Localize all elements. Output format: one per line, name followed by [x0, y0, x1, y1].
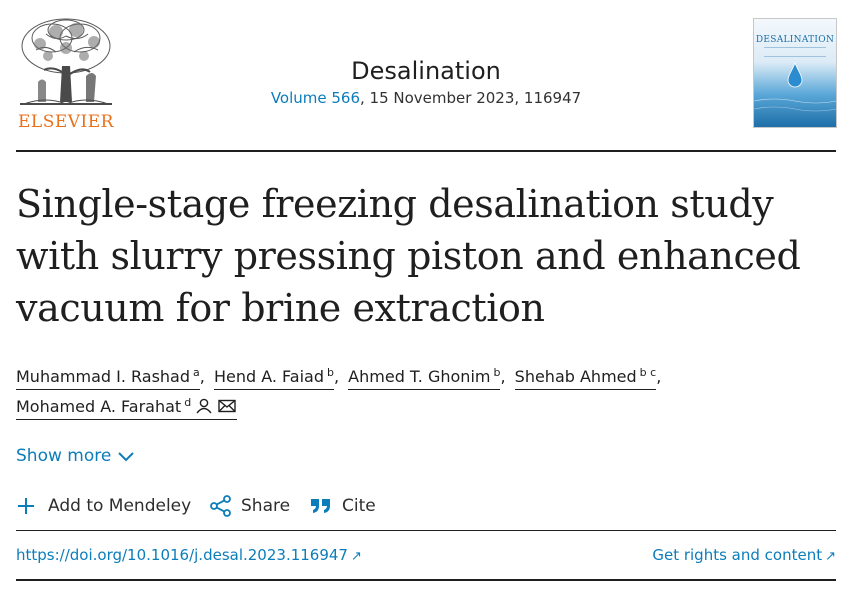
author-link[interactable]: Ahmed T. Ghonim b	[348, 362, 501, 390]
chevron-down-icon	[118, 452, 135, 462]
cite-label: Cite	[342, 496, 376, 516]
author-name: Mohamed A. Farahat	[16, 397, 182, 416]
author-link[interactable]: Shehab Ahmed b c	[514, 362, 657, 390]
links-divider	[16, 530, 836, 531]
author-link[interactable]: Mohamed A. Farahat d	[16, 392, 238, 420]
volume-link[interactable]: Volume 566	[271, 89, 360, 107]
share-icon	[210, 495, 231, 517]
doi-link[interactable]: https://doi.org/10.1016/j.desal.2023.116…	[16, 544, 362, 568]
bottom-divider	[16, 579, 836, 581]
quote-icon	[311, 499, 330, 513]
journal-title[interactable]: Desalination	[256, 56, 596, 86]
author-name: Muhammad I. Rashad	[16, 367, 191, 386]
person-icon	[196, 398, 212, 414]
author-affiliation: b	[327, 366, 334, 379]
author-name: Ahmed T. Ghonim	[348, 367, 491, 386]
elsevier-logo[interactable]: ELSEVIER	[16, 16, 116, 132]
author-name: Hend A. Faiad	[213, 367, 324, 386]
plus-icon	[18, 498, 34, 514]
add-to-mendeley-label: Add to Mendeley	[48, 496, 192, 516]
journal-info: Desalination Volume 566, 15 November 202…	[256, 56, 596, 110]
external-link-icon: ↗	[350, 549, 362, 564]
issue-info: , 15 November 2023, 116947	[360, 89, 582, 107]
show-more-button[interactable]: Show more	[16, 444, 135, 468]
share-label: Share	[241, 496, 291, 516]
author-link[interactable]: Muhammad I. Rashad a	[16, 362, 200, 390]
article-title: Single-stage freezing desalination study…	[16, 182, 801, 330]
article-header: ELSEVIER Desalination Volume 566, 15 Nov…	[16, 16, 837, 132]
doi-text: https://doi.org/10.1016/j.desal.2023.116…	[16, 546, 348, 564]
author-list: Muhammad I. Rashad a, Hend A. Faiad b, Ahm…	[16, 362, 836, 422]
author-affiliation: d	[184, 396, 192, 409]
author-name: Shehab Ahmed	[514, 367, 637, 386]
author-affiliation: a	[193, 366, 200, 379]
author-affiliation: b c	[639, 366, 657, 379]
rights-link[interactable]: Get rights and content ↗	[652, 544, 836, 568]
publisher-name: ELSEVIER	[18, 112, 114, 132]
external-link-icon: ↗	[825, 549, 836, 564]
elsevier-tree-logo-icon	[20, 18, 112, 105]
water-drop-icon	[754, 61, 836, 112]
mail-icon[interactable]	[217, 398, 237, 414]
author-link[interactable]: Hend A. Faiad b	[213, 362, 334, 390]
rights-text: Get rights and content	[652, 546, 823, 564]
show-more-label: Show more	[16, 446, 112, 466]
journal-cover-image[interactable]: DESALINATION	[753, 18, 837, 128]
journal-meta: Volume 566, 15 November 2023, 116947	[256, 86, 596, 110]
header-divider	[16, 150, 836, 152]
